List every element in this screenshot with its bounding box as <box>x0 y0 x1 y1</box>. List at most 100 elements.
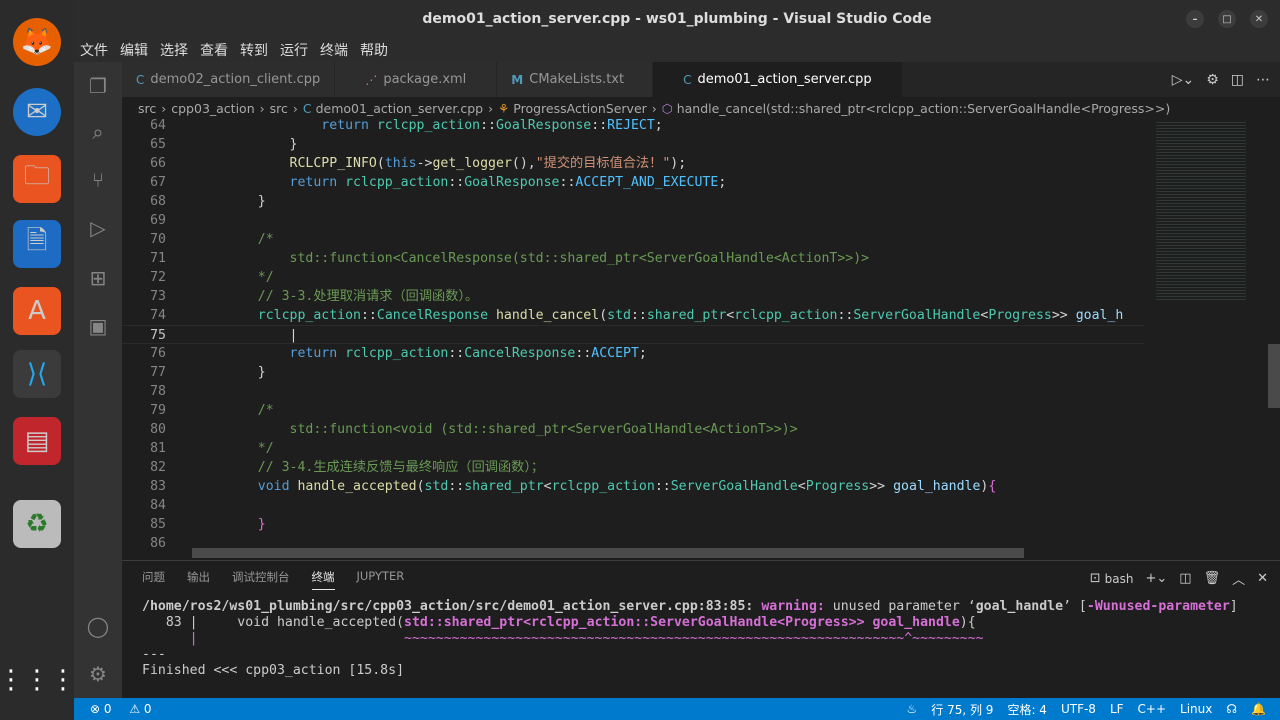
remote-explorer-icon[interactable]: ▣ <box>74 306 122 346</box>
tab-problems[interactable]: 问题 <box>142 569 165 590</box>
explorer-icon[interactable]: ❐ <box>74 66 122 106</box>
code-line[interactable]: 71 std::function<CancelResponse(std::sha… <box>122 249 1144 268</box>
line-number: 85 <box>150 517 166 532</box>
breadcrumb-item[interactable]: cpp03_action <box>171 101 254 116</box>
menu-go[interactable]: 转到 <box>240 40 268 60</box>
thunderbird-icon[interactable]: ✉ <box>13 88 61 136</box>
new-terminal-icon[interactable]: +⌄ <box>1145 571 1167 586</box>
terminal-output[interactable]: /home/ros2/ws01_plumbing/src/cpp03_actio… <box>142 599 1238 679</box>
code-line[interactable]: 85 } <box>122 515 1144 534</box>
vertical-scrollbar[interactable] <box>1266 116 1280 560</box>
split-terminal-icon[interactable]: ◫ <box>1179 571 1191 586</box>
code-line[interactable]: 77 } <box>122 363 1144 382</box>
search-icon[interactable]: ⌕ <box>74 112 122 152</box>
menu-edit[interactable]: 编辑 <box>120 40 148 60</box>
terminator-icon[interactable]: ▤ <box>13 417 61 465</box>
breadcrumb-item[interactable]: ProgressActionServer <box>513 101 646 116</box>
software-icon[interactable]: A <box>13 287 61 335</box>
tab-debug-console[interactable]: 调试控制台 <box>232 569 290 590</box>
code-line[interactable]: 82 // 3-4.生成连续反馈与最终响应（回调函数）； <box>122 458 1144 477</box>
code-line[interactable]: 69 <box>122 211 1144 230</box>
code-line[interactable]: 76 return rclcpp_action::CancelResponse:… <box>122 344 1144 363</box>
tab-demo01-action-server[interactable]: Cdemo01_action_server.cpp <box>653 62 903 97</box>
files-icon[interactable]: 🗀 <box>13 155 61 203</box>
code-token: shared_ptr <box>646 308 727 323</box>
code-line[interactable]: 84 <box>122 496 1144 515</box>
code-line[interactable]: 78 <box>122 382 1144 401</box>
code-line[interactable]: 65 } <box>122 135 1144 154</box>
close-button[interactable]: ✕ <box>1250 10 1268 28</box>
run-icon[interactable]: ▷⌄ <box>1172 72 1195 88</box>
run-debug-icon[interactable]: ▷ <box>74 208 122 248</box>
breadcrumb-item[interactable]: src <box>138 101 156 116</box>
source-control-icon[interactable]: ⑂ <box>74 160 122 200</box>
code-editor[interactable]: 64 return rclcpp_action::GoalResponse::R… <box>122 116 1144 560</box>
split-editor-icon[interactable]: ◫ <box>1231 72 1244 88</box>
extensions-icon[interactable]: ⊞ <box>74 258 122 298</box>
breadcrumb-item[interactable]: handle_cancel(std::shared_ptr<rclcpp_act… <box>677 101 1171 116</box>
horizontal-scrollbar[interactable] <box>192 548 1024 558</box>
code-line[interactable]: 79 /* <box>122 401 1144 420</box>
more-actions-icon[interactable]: ⋯ <box>1256 72 1270 88</box>
code-line[interactable]: 75 | <box>122 325 1144 344</box>
encoding[interactable]: UTF-8 <box>1061 702 1096 716</box>
code-line[interactable]: 67 return rclcpp_action::GoalResponse::A… <box>122 173 1144 192</box>
tab-output[interactable]: 输出 <box>187 569 210 590</box>
code-token: ); <box>670 156 687 171</box>
close-panel-icon[interactable]: ✕ <box>1257 571 1268 586</box>
code-token: } <box>226 194 266 209</box>
code-line[interactable]: 80 std::function<void (std::shared_ptr<S… <box>122 420 1144 439</box>
tab-package-xml[interactable]: ⋰ package.xml <box>335 62 498 97</box>
vscode-icon[interactable]: ⟩⟨ <box>13 350 61 398</box>
menu-view[interactable]: 查看 <box>200 40 228 60</box>
tab-cmakelists[interactable]: M CMakeLists.txt <box>497 62 654 97</box>
menu-selection[interactable]: 选择 <box>160 40 188 60</box>
settings-icon[interactable]: ⚙ <box>1206 72 1219 88</box>
code-token: return <box>289 175 346 190</box>
cursor-position[interactable]: 行 75, 列 9 <box>931 701 993 718</box>
tab-terminal[interactable]: 终端 <box>311 569 335 590</box>
method-icon: ⬡ <box>661 100 673 116</box>
code-token: std <box>607 308 631 323</box>
menu-help[interactable]: 帮助 <box>360 40 388 60</box>
menu-bar: 文件 编辑 选择 查看 转到 运行 终端 帮助 <box>74 37 1280 62</box>
maximize-button[interactable]: □ <box>1218 10 1236 28</box>
maximize-panel-icon[interactable]: ︿ <box>1232 569 1245 588</box>
tab-jupyter[interactable]: JUPYTER <box>357 569 405 590</box>
kill-terminal-icon[interactable]: 🗑 <box>1204 571 1221 586</box>
settings-gear-icon[interactable]: ⚙ <box>74 654 122 694</box>
minimize-button[interactable]: – <box>1186 10 1204 28</box>
menu-terminal[interactable]: 终端 <box>320 40 348 60</box>
code-line[interactable]: 74 rclcpp_action::CancelResponse handle_… <box>122 306 1144 325</box>
language-mode[interactable]: C++ <box>1138 702 1167 716</box>
writer-icon[interactable]: 🗎 <box>13 220 61 268</box>
platform[interactable]: Linux <box>1180 702 1212 716</box>
feedback-icon[interactable]: ☊ <box>1226 702 1237 716</box>
code-line[interactable]: 73 // 3-3.处理取消请求（回调函数）。 <box>122 287 1144 306</box>
menu-run[interactable]: 运行 <box>280 40 308 60</box>
line-number: 78 <box>150 384 166 399</box>
code-line[interactable]: 64 return rclcpp_action::GoalResponse::R… <box>122 116 1144 135</box>
tab-demo02-action-client[interactable]: Cdemo02_action_client.cpp <box>122 62 336 97</box>
account-icon[interactable]: ◯ <box>74 606 122 646</box>
indentation[interactable]: 空格: 4 <box>1007 701 1047 718</box>
breadcrumb-item[interactable]: src <box>270 101 288 116</box>
trash-icon[interactable]: ♻ <box>13 500 61 548</box>
flame-icon[interactable]: ♨ <box>907 702 918 716</box>
code-line[interactable]: 72 */ <box>122 268 1144 287</box>
minimap[interactable] <box>1144 116 1266 560</box>
breadcrumb-item[interactable]: demo01_action_server.cpp <box>316 101 483 116</box>
shell-name[interactable]: bash <box>1105 572 1134 586</box>
code-line[interactable]: 70 /* <box>122 230 1144 249</box>
code-line[interactable]: 81 */ <box>122 439 1144 458</box>
end-of-line[interactable]: LF <box>1110 702 1124 716</box>
code-token: RCLCPP_INFO <box>289 156 377 171</box>
code-line[interactable]: 66 RCLCPP_INFO(this->get_logger(),"提交的目标… <box>122 154 1144 173</box>
problems-status[interactable]: ⊗ 0 ⚠ 0 <box>90 702 166 716</box>
code-line[interactable]: 83 void handle_accepted(std::shared_ptr<… <box>122 477 1144 496</box>
firefox-icon[interactable]: 🦊 <box>13 18 61 66</box>
menu-file[interactable]: 文件 <box>80 40 108 60</box>
code-line[interactable]: 68 } <box>122 192 1144 211</box>
notifications-icon[interactable]: 🔔 <box>1251 702 1266 716</box>
show-apps-icon[interactable]: ⋮⋮⋮ <box>0 656 76 704</box>
